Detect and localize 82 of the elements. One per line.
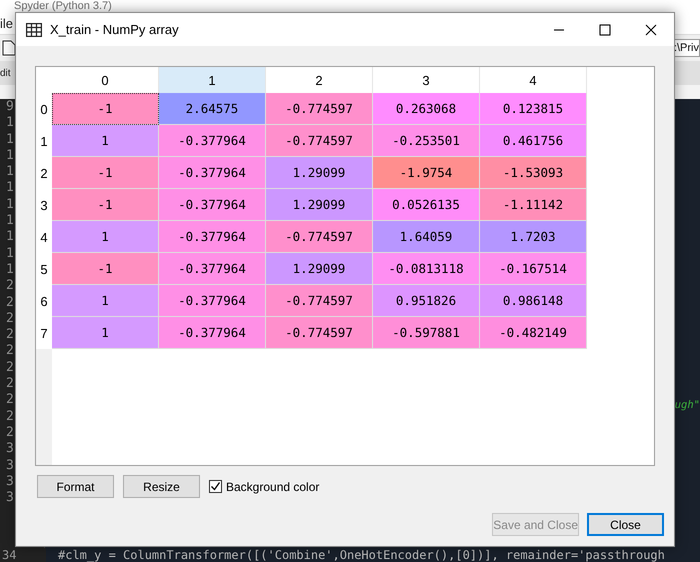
table-cell[interactable]: -0.377964 bbox=[159, 157, 266, 189]
line-number: 2 bbox=[5, 343, 14, 360]
table-cell[interactable]: 0.0526135 bbox=[373, 189, 480, 221]
line-number: 3 bbox=[5, 458, 14, 474]
window-title: X_train - NumPy array bbox=[50, 22, 180, 37]
table-cell[interactable]: -1 bbox=[52, 189, 159, 221]
line-number: 1 bbox=[5, 132, 14, 148]
line-number: 3 bbox=[5, 490, 14, 506]
checkbox[interactable] bbox=[209, 480, 222, 493]
editor-tab[interactable]: dit bbox=[0, 68, 11, 78]
line-number: 9 bbox=[5, 99, 14, 115]
table-cell[interactable]: -1 bbox=[52, 93, 159, 125]
table-cell[interactable]: -0.377964 bbox=[159, 253, 266, 285]
line-number: 2 bbox=[5, 278, 14, 294]
table-icon bbox=[26, 22, 42, 36]
table-cell[interactable]: 0.986148 bbox=[480, 285, 587, 317]
line-number: 3 bbox=[5, 474, 14, 490]
table-cell[interactable]: -0.377964 bbox=[159, 125, 266, 157]
table-cell[interactable]: 0.951826 bbox=[373, 285, 480, 317]
maximize-icon bbox=[599, 24, 611, 36]
line-number: 2 bbox=[5, 392, 14, 408]
line-number: 1 bbox=[5, 196, 14, 213]
table-cell[interactable]: 0.461756 bbox=[480, 125, 587, 157]
table-cell[interactable]: 1 bbox=[52, 285, 159, 317]
table-cell[interactable]: -0.377964 bbox=[159, 285, 266, 317]
line-number: 2 bbox=[5, 327, 14, 344]
line-number: 2 bbox=[5, 360, 14, 376]
table-cell[interactable]: -0.377964 bbox=[159, 189, 266, 221]
line-number: 2 bbox=[5, 408, 14, 425]
dialog-button[interactable]: Close bbox=[587, 513, 664, 536]
tool-button[interactable]: Resize bbox=[123, 475, 200, 498]
line-number: 1 bbox=[5, 148, 14, 164]
table-cell[interactable]: -1.11142 bbox=[480, 189, 587, 221]
table-cell[interactable]: 1.64059 bbox=[373, 221, 480, 253]
table-cell[interactable]: 2.64575 bbox=[159, 93, 266, 125]
line-number: 1 bbox=[5, 213, 14, 230]
line-number: 3 bbox=[5, 441, 14, 458]
table-cell[interactable]: -0.167514 bbox=[480, 253, 587, 285]
line-number: 1 bbox=[5, 246, 14, 262]
checkbox-label: Background color bbox=[226, 480, 320, 494]
table-cell[interactable]: -1.53093 bbox=[480, 157, 587, 189]
line-number: 2 bbox=[5, 294, 14, 311]
table-cell[interactable]: 1.7203 bbox=[480, 221, 587, 253]
tool-button[interactable]: Format bbox=[37, 475, 114, 498]
table-cell[interactable]: -0.774597 bbox=[266, 317, 373, 349]
line-number: 1 bbox=[5, 180, 14, 196]
line-number: 1 bbox=[5, 229, 14, 246]
table-cell[interactable]: -0.774597 bbox=[266, 125, 373, 157]
table-cell[interactable]: -1 bbox=[52, 253, 159, 285]
line-number: 1 bbox=[5, 115, 14, 132]
table-cell[interactable]: -0.377964 bbox=[159, 317, 266, 349]
table-cell[interactable]: -0.0813118 bbox=[373, 253, 480, 285]
menu-item[interactable]: ile bbox=[0, 16, 14, 30]
table-cell[interactable]: -0.377964 bbox=[159, 221, 266, 253]
table-cell[interactable]: -0.482149 bbox=[480, 317, 587, 349]
line-number: 2 bbox=[5, 424, 14, 441]
column-header[interactable]: 1 bbox=[159, 67, 266, 93]
table-cell[interactable]: 0.123815 bbox=[480, 93, 587, 125]
code-text: ugh" bbox=[674, 399, 700, 411]
close-icon bbox=[645, 24, 657, 36]
line-number: 1 bbox=[5, 262, 14, 278]
table-cell[interactable]: -0.774597 bbox=[266, 221, 373, 253]
table-cell[interactable]: -0.774597 bbox=[266, 93, 373, 125]
table-cell[interactable]: -0.774597 bbox=[266, 285, 373, 317]
minimize-icon bbox=[553, 28, 565, 30]
table-cell[interactable]: 0.263068 bbox=[373, 93, 480, 125]
table-cell[interactable]: -1.9754 bbox=[373, 157, 480, 189]
table-cell[interactable]: -0.253501 bbox=[373, 125, 480, 157]
line-number: 34 bbox=[0, 548, 46, 562]
table-cell[interactable]: 1.29099 bbox=[266, 189, 373, 221]
app-title: Spyder (Python 3.7) bbox=[14, 1, 112, 12]
line-number: 2 bbox=[5, 310, 14, 327]
table-cell[interactable]: 1 bbox=[52, 221, 159, 253]
table-cell[interactable]: -0.597881 bbox=[373, 317, 480, 349]
table-cell[interactable]: 1.29099 bbox=[266, 157, 373, 189]
table-cell[interactable]: 1 bbox=[52, 125, 159, 157]
code-line: #clm_y = ColumnTransformer([('Combine',OneHotEncoder(),[0])], remainder='passthrough bbox=[57, 548, 665, 562]
line-number: 2 bbox=[5, 376, 14, 392]
table-cell[interactable]: 1.29099 bbox=[266, 253, 373, 285]
table-cell[interactable]: -1 bbox=[52, 157, 159, 189]
table-cell[interactable]: 1 bbox=[52, 317, 159, 349]
line-number: 1 bbox=[5, 164, 14, 180]
